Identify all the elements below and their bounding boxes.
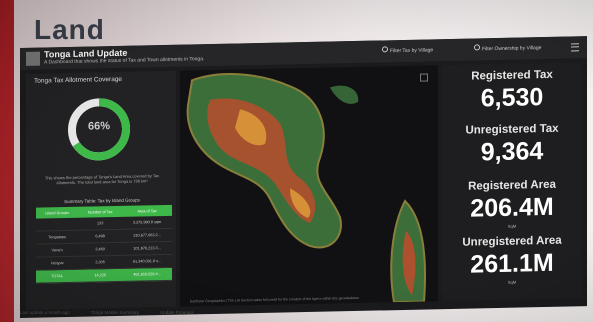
filter-tax-village[interactable]: Filter Tax by Village — [382, 45, 433, 54]
expand-icon[interactable] — [420, 73, 428, 82]
coverage-percent: 66% — [87, 120, 111, 133]
table-cell: 101,876,213.3... — [122, 241, 172, 256]
table-cell: Tongatapu — [36, 230, 79, 245]
kpi-value: 206.4M — [470, 192, 554, 223]
table-cell: Vava'u — [36, 243, 79, 258]
tab-update-progress[interactable]: Update Progress — [160, 310, 194, 315]
column-header: Island Groups — [36, 206, 79, 219]
location-pin-icon — [382, 46, 388, 53]
menu-icon[interactable] — [571, 43, 579, 52]
islet — [330, 85, 359, 104]
table-cell — [36, 217, 79, 232]
kpi-label: Registered Tax — [471, 68, 553, 83]
map-view[interactable]: Earthstar Geographics | The LIS Section … — [180, 65, 438, 307]
tab-master-summary[interactable]: Tonga Master Summary — [91, 310, 139, 315]
table-cell: 14,220 — [78, 268, 123, 283]
slide-title: Land — [34, 14, 105, 45]
table-cell: 6,498 — [78, 229, 123, 244]
location-pin-icon — [474, 44, 480, 51]
coverage-panel: Tonga Tax Allotment Coverage 66% This sh… — [26, 70, 176, 310]
dashboard-tabs: Last update a month ago Tonga Master Sum… — [20, 310, 214, 315]
kpi-label: Unregistered Area — [462, 234, 562, 249]
table-cell: 3,460 — [78, 242, 123, 257]
coverage-description: This shows the percentage of Tonga's Lan… — [44, 173, 160, 186]
table-cell: 3,375,990.8 sqm — [122, 215, 172, 230]
kpi-panel: Registered Tax 6,530 Unregistered Tax 9,… — [442, 62, 582, 302]
table-cell: TOTAL — [36, 269, 79, 284]
kpi-value: 261.1M — [470, 248, 554, 279]
coverage-title: Tonga Tax Allotment Coverage — [34, 75, 123, 85]
app-logo-icon — [26, 51, 40, 66]
table-cell: Ha'apai — [36, 256, 79, 271]
island-map — [186, 73, 427, 304]
kpi-value: 6,530 — [480, 83, 544, 113]
last-update-text: Last update a month ago — [20, 310, 70, 315]
table-cell: 210,677,063.2... — [122, 228, 172, 243]
kpi-value: 9,364 — [480, 137, 544, 167]
table-cell: 451,916,026.4... — [122, 267, 172, 282]
filter-ownership-village[interactable]: Filter Ownership by Village — [474, 43, 541, 52]
dashboard: Tonga Land Update A Dashboard that shows… — [20, 36, 587, 318]
table-cell: 3,305 — [78, 255, 123, 270]
summary-table-title: Summary Table: Tax by Island Groups — [64, 197, 140, 205]
kpi-label: Registered Area — [468, 178, 556, 193]
kpi-label: Unregistered Tax — [465, 122, 559, 137]
table-cell: 61,340,091.8 s... — [122, 254, 172, 269]
table-total-row: TOTAL 14,220 451,916,026.4... — [36, 267, 172, 284]
table-cell: 133 — [78, 216, 123, 231]
summary-table: Island Groups Number of Tax Area of Tax … — [36, 204, 172, 284]
